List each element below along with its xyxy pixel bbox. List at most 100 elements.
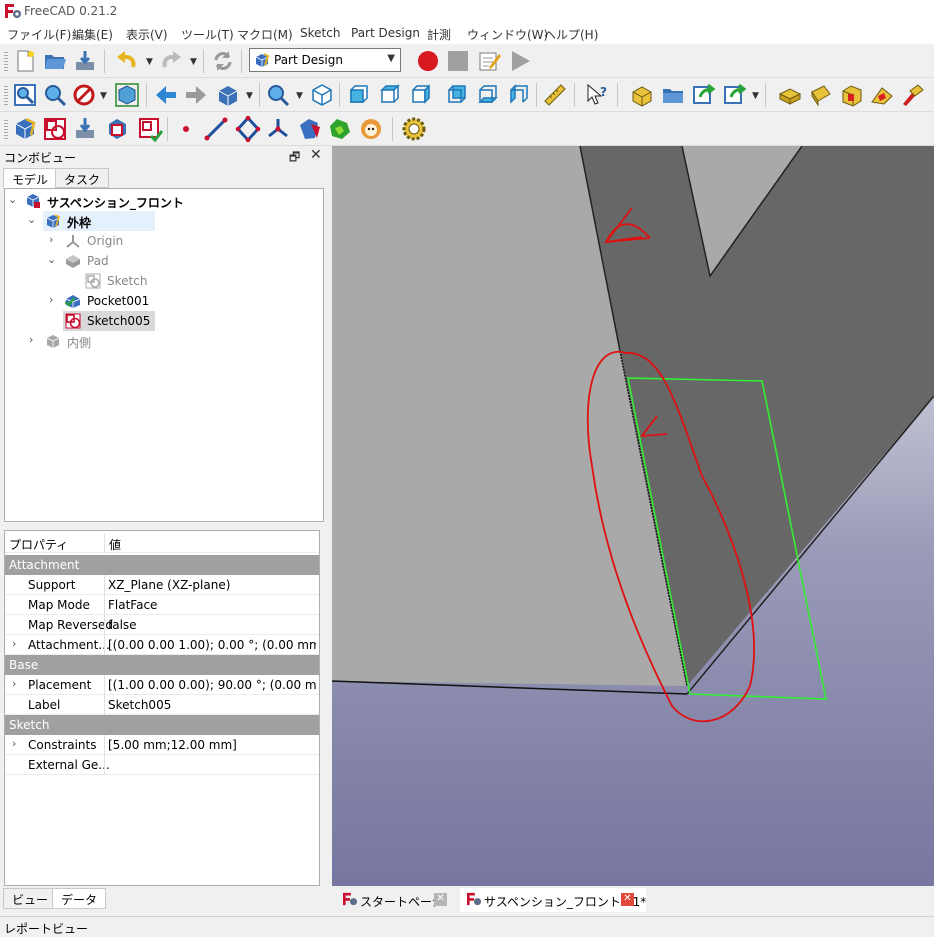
chevron-right-icon[interactable]: › [29,333,33,346]
property-value[interactable]: [5.00 mm;12.00 mm] [108,738,316,752]
property-group-attachment[interactable]: Attachment [5,555,319,575]
property-group-base[interactable]: Base [5,655,319,675]
create-link-icon[interactable] [691,82,717,108]
menu-window[interactable]: ウィンドウ(W) [467,26,548,43]
tree-item-sketch005[interactable]: Sketch005 [5,311,323,331]
bounding-box-icon[interactable] [114,82,140,108]
left-view-icon[interactable] [505,82,531,108]
top-view-icon[interactable] [376,82,402,108]
datum-plane-icon[interactable] [235,116,261,142]
property-value[interactable]: false [108,618,316,632]
refresh-icon[interactable] [210,48,236,74]
close-icon[interactable]: ✕ [621,893,634,906]
fit-selection-icon[interactable] [42,82,68,108]
tree-item-pocket[interactable]: › Pocket001 [5,291,323,311]
menu-view[interactable]: 表示(V) [126,26,168,43]
menu-part-design[interactable]: Part Design [351,26,420,40]
link-actions-dropdown-icon[interactable]: ▼ [752,91,759,101]
box-icon[interactable] [839,82,865,108]
menu-edit[interactable]: 編集(E) [72,26,113,43]
3d-scene[interactable] [331,145,934,886]
save-icon[interactable] [72,48,98,74]
tab-model[interactable]: モデル [3,168,58,188]
part-body-icon[interactable] [777,82,803,108]
cylinder-icon[interactable] [808,82,834,108]
zoom-dropdown-icon[interactable]: ▼ [296,91,303,101]
property-value[interactable]: [(0.00 0.00 1.00); 0.00 °; (0.00 mm 0.00… [108,638,316,652]
chevron-right-icon[interactable]: › [12,737,16,750]
datum-line-icon[interactable] [203,116,229,142]
draw-style-icon[interactable] [72,82,98,108]
link-actions-icon[interactable] [722,82,748,108]
menu-file[interactable]: ファイル(F) [7,26,71,43]
bottom-view-icon[interactable] [474,82,500,108]
validate-sketch-icon[interactable] [72,116,98,142]
3d-viewport[interactable] [331,145,934,886]
front-view-icon[interactable] [345,82,371,108]
wedge-icon[interactable] [869,82,895,108]
property-value[interactable]: XZ_Plane (XZ-plane) [108,578,316,592]
datum-point-icon[interactable] [173,116,199,142]
stop-macro-icon[interactable] [445,48,471,74]
menu-help[interactable]: ヘルプ(H) [544,26,598,43]
right-view-icon[interactable] [407,82,433,108]
property-value[interactable]: FlatFace [108,598,316,612]
toolbar-grip[interactable] [4,120,8,140]
tree-item-pad[interactable]: ⌄ Pad [5,251,323,271]
tree-item-body-outer[interactable]: ⌄ 外枠 [5,211,323,231]
undo-dropdown-icon[interactable]: ▼ [146,57,153,67]
create-body-icon[interactable] [12,116,38,142]
close-icon[interactable]: ✕ [434,893,447,906]
property-value[interactable]: Sketch005 [108,698,316,712]
chevron-down-icon[interactable]: ⌄ [8,193,17,206]
map-sketch-icon[interactable] [137,116,163,142]
redo-icon[interactable] [158,48,184,74]
property-row-attachment-offset[interactable]: › Attachment... [(0.00 0.00 1.00); 0.00 … [5,635,319,655]
tab-suspension-front[interactable]: サスペンション_フロント : 1* ✕ [460,888,646,912]
std-views-icon[interactable] [215,82,241,108]
menu-measure[interactable]: 計測 [427,26,451,43]
primitives-icon[interactable] [900,82,926,108]
property-group-sketch[interactable]: Sketch [5,715,319,735]
std-views-dropdown-icon[interactable]: ▼ [246,91,253,101]
subshape-binder-icon[interactable] [327,116,353,142]
chevron-down-icon[interactable]: ⌄ [47,253,56,266]
back-arrow-icon[interactable] [153,82,179,108]
zoom-icon[interactable] [265,82,291,108]
draw-style-dropdown-icon[interactable]: ▼ [100,91,107,101]
toolbar-grip[interactable] [4,52,8,72]
tab-tasks[interactable]: タスク [55,168,110,188]
property-value[interactable]: [(1.00 0.00 0.00); 90.00 °; (0.00 mm 0.0… [108,678,316,692]
tree-item-origin[interactable]: › Origin [5,231,323,251]
chevron-right-icon[interactable]: › [49,293,53,306]
undo-icon[interactable] [114,48,140,74]
chevron-down-icon[interactable]: ⌄ [27,213,36,226]
run-macro-icon[interactable] [507,48,533,74]
workbench-selector[interactable]: Part Design ▼ [249,48,401,72]
forward-arrow-icon[interactable] [183,82,209,108]
create-group-icon[interactable] [660,82,686,108]
tab-start-page[interactable]: スタートページ ✕ [336,888,453,912]
measure-distance-icon[interactable] [542,82,568,108]
tab-view[interactable]: ビュー [3,888,58,909]
rear-view-icon[interactable] [443,82,469,108]
chevron-right-icon[interactable]: › [12,637,16,650]
tree-item-sketch[interactable]: Sketch [5,271,323,291]
tree-item-root[interactable]: ⌄ サスペンション_フロント [5,191,323,211]
clone-icon[interactable] [104,116,130,142]
open-folder-icon[interactable] [42,48,68,74]
create-sketch-icon[interactable] [42,116,68,142]
record-macro-icon[interactable] [415,48,441,74]
toolbar-grip[interactable] [4,86,8,106]
create-part-icon[interactable] [629,82,655,108]
menu-macro[interactable]: マクロ(M) [237,26,293,43]
fit-all-icon[interactable] [12,82,38,108]
redo-dropdown-icon[interactable]: ▼ [190,57,197,67]
property-row-support[interactable]: Support XZ_Plane (XZ-plane) [5,575,319,595]
property-row-constraints[interactable]: › Constraints [5.00 mm;12.00 mm] [5,735,319,755]
whats-this-icon[interactable]: ? [585,82,611,108]
clone-sheep-icon[interactable] [358,116,384,142]
shape-binder-icon[interactable] [297,116,323,142]
property-row-map-mode[interactable]: Map Mode FlatFace [5,595,319,615]
property-row-map-reversed[interactable]: Map Reversed false [5,615,319,635]
